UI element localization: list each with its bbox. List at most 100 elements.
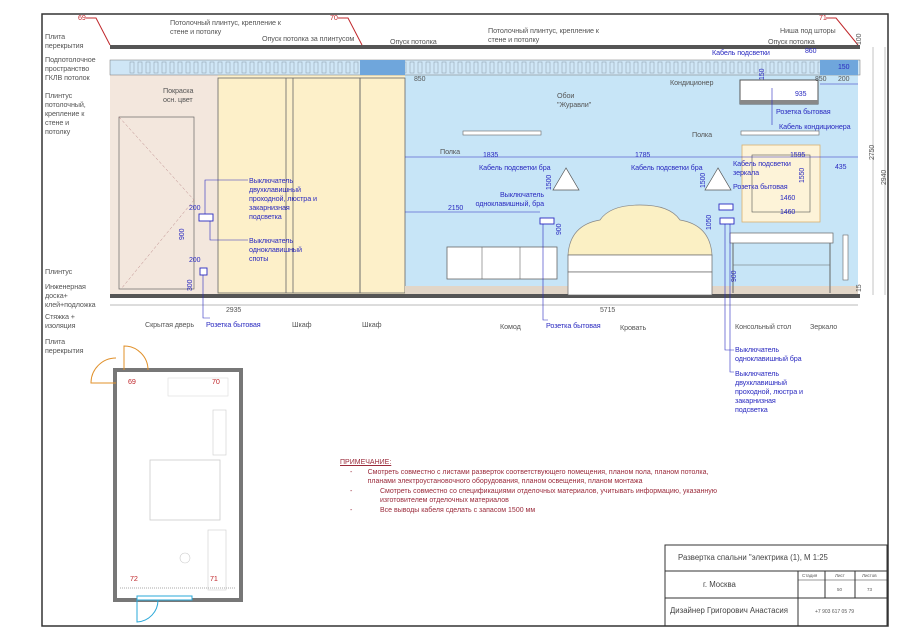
dim-2940: 2940 bbox=[881, 169, 888, 185]
label-socket-2: Розетка бытовая bbox=[546, 321, 601, 330]
city: г. Москва bbox=[703, 580, 736, 589]
label-switch-double-1: Выключатель двухклавишный проходной, люс… bbox=[249, 176, 317, 221]
phone: +7 903 617 05 79 bbox=[815, 609, 855, 615]
label-console: Консольный стол bbox=[735, 322, 792, 331]
label-ceiling-plinth: Плинтус потолочный, крепление к стене и … bbox=[45, 91, 86, 136]
dim-5715: 5715 bbox=[600, 307, 616, 314]
plan-marker-72: 72 bbox=[130, 574, 138, 583]
dim-200a: 200 bbox=[838, 76, 850, 83]
label-switch-sconce-2: Выключатель одноклавишный бра bbox=[735, 345, 802, 363]
dim-850b: 850 bbox=[815, 76, 827, 83]
label-mirror-cable: Кабель подсветки зеркала bbox=[733, 159, 791, 177]
dim-15: 15 bbox=[856, 284, 863, 292]
sheet-title: Развертка спальни "электрика (1), М 1:25 bbox=[678, 553, 828, 562]
sheet-number: 50 bbox=[837, 587, 843, 592]
label-ac: Кондиционер bbox=[670, 78, 714, 87]
floor-slab bbox=[110, 294, 860, 298]
label-bed: Кровать bbox=[620, 323, 647, 332]
label-drop-behind-plinth: Опуск потолка за плинтусом bbox=[262, 34, 355, 43]
label-socket-ac: Розетка бытовая bbox=[776, 107, 831, 116]
note-item: Смотреть совместно с листами разверток с… bbox=[367, 468, 709, 486]
label-screed: Стяжка + изоляция bbox=[45, 312, 76, 330]
dresser bbox=[446, 246, 558, 280]
label-slab-top: Плита перекрытия bbox=[45, 32, 84, 50]
label-wardrobe-1: Шкаф bbox=[292, 320, 312, 329]
label-switch-double-2: Выключатель двухклавишный проходной, люс… bbox=[735, 369, 803, 414]
dim-2750: 2750 bbox=[869, 144, 876, 160]
marker-70: 70 bbox=[330, 13, 338, 22]
plan-marker-70: 70 bbox=[212, 377, 220, 386]
dim-1595: 1595 bbox=[790, 152, 806, 159]
label-dresser: Комод bbox=[500, 322, 521, 331]
label-mirror: Зеркало bbox=[810, 322, 838, 331]
shelf-1 bbox=[462, 130, 542, 136]
floor-plan bbox=[90, 345, 243, 623]
label-curtain-niche: Ниша под шторы bbox=[780, 26, 836, 35]
note-item: Все выводы кабеля сделать с запасом 1500… bbox=[380, 506, 536, 514]
ceiling-drop-1 bbox=[360, 60, 405, 75]
dim-435: 435 bbox=[835, 164, 847, 171]
dim-1500a: 1500 bbox=[546, 174, 553, 190]
designer: Дизайнер Григорович Анастасия bbox=[670, 606, 788, 615]
label-ac-cable: Кабель кондиционера bbox=[779, 122, 851, 131]
label-hidden-door: Скрытая дверь bbox=[145, 320, 194, 329]
label-drop-1: Опуск потолка bbox=[390, 37, 437, 46]
label-sconce-cable-1: Кабель подсветки бра bbox=[479, 163, 551, 172]
label-plinth-2: Потолочный плинтус, крепление к стене и … bbox=[488, 26, 599, 44]
label-subceiling: Подпотолочное пространство bbox=[45, 55, 96, 73]
label-wardrobe-2: Шкаф bbox=[362, 320, 382, 329]
label-eng-board: Инженерная доска+ клей+подложка bbox=[45, 282, 96, 309]
sheets-label: Листов bbox=[862, 573, 877, 578]
dim-1500b: 1500 bbox=[700, 172, 707, 188]
label-slab-bottom: Плита перекрытия bbox=[45, 337, 84, 355]
sheet-label: Лист bbox=[835, 573, 845, 578]
dim-850a: 850 bbox=[414, 76, 426, 83]
label-plinth: Плинтус bbox=[45, 267, 73, 276]
dim-150b: 150 bbox=[759, 68, 766, 80]
label-drop-2: Опуск потолка bbox=[768, 37, 815, 46]
dim-1785: 1785 bbox=[635, 152, 651, 159]
drawing-sheet: 69 70 71 69 70 71 72 Плита перекрытия По… bbox=[0, 0, 900, 636]
dim-300: 300 bbox=[187, 279, 194, 291]
dim-1835: 1835 bbox=[483, 152, 499, 159]
label-switch-spots: Выключатель одноклавишный споты bbox=[249, 236, 302, 263]
label-socket-1: Розетка бытовая bbox=[206, 320, 261, 329]
dim-1050: 1050 bbox=[706, 214, 713, 230]
dim-100: 100 bbox=[856, 33, 863, 45]
dim-2935: 2935 bbox=[226, 307, 242, 314]
elevation-drawing bbox=[41, 13, 889, 627]
label-switch-sconce-1: Выключатель одноклавишный, бра bbox=[475, 190, 545, 208]
notes: ПРИМЕЧАНИЕ: - Смотреть совместно с листам… bbox=[340, 458, 730, 516]
label-wallpaper: Обои "Журавли" bbox=[557, 91, 592, 109]
dim-860: 860 bbox=[805, 48, 817, 55]
dim-935: 935 bbox=[795, 91, 807, 98]
label-shelf-1: Полка bbox=[440, 147, 460, 156]
dim-900b: 900 bbox=[556, 223, 563, 235]
notes-title: ПРИМЕЧАНИЕ: bbox=[340, 459, 392, 466]
dim-150: 150 bbox=[838, 64, 850, 71]
stage-label: Стадия bbox=[802, 573, 818, 578]
label-paint: Покраска осн. цвет bbox=[163, 86, 194, 104]
marker-71: 71 bbox=[819, 13, 827, 22]
bed bbox=[567, 271, 713, 296]
marker-69: 69 bbox=[78, 13, 86, 22]
dim-900a: 900 bbox=[179, 228, 186, 240]
dim-1460b: 1460 bbox=[780, 209, 796, 216]
dim-900c: 900 bbox=[731, 270, 738, 282]
label-sconce-cable-2: Кабель подсветки бра bbox=[631, 163, 703, 172]
dim-1460a: 1460 bbox=[780, 195, 796, 202]
label-gklv: ГКЛВ потолок bbox=[45, 73, 90, 82]
sheets-count: 73 bbox=[867, 587, 873, 592]
plan-marker-71: 71 bbox=[210, 574, 218, 583]
label-shelf-2: Полка bbox=[692, 130, 712, 139]
label-socket-mirror: Розетка бытовая bbox=[733, 182, 788, 191]
dim-1550: 1550 bbox=[799, 167, 806, 183]
dim-200c: 200 bbox=[189, 257, 201, 264]
note-item: Смотреть совместно со спецификациями отд… bbox=[380, 487, 718, 505]
label-light-cable: Кабель подсветки bbox=[712, 48, 770, 57]
console-table bbox=[729, 232, 834, 244]
dim-2150: 2150 bbox=[448, 205, 464, 212]
painted-wall bbox=[110, 75, 218, 295]
plan-marker-69: 69 bbox=[128, 377, 136, 386]
shelf-2 bbox=[740, 130, 820, 136]
